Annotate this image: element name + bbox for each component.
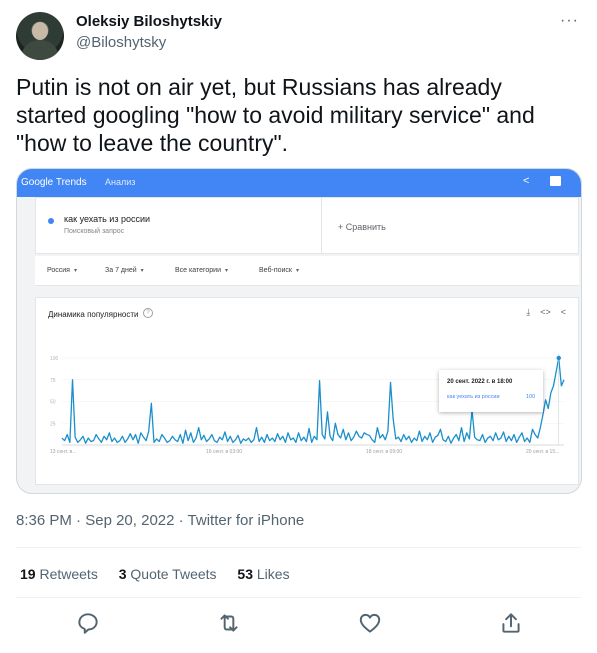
compare-label: + Сравнить xyxy=(338,222,386,232)
author-name[interactable]: Oleksiy Biloshytskiy xyxy=(76,13,222,30)
avatar-body xyxy=(22,40,58,60)
avatar[interactable] xyxy=(16,12,64,60)
avatar-face xyxy=(32,22,48,40)
chevron-down-icon: ▾ xyxy=(140,268,144,274)
divider xyxy=(16,597,581,598)
filter-search-type: Веб-поиск ▾ xyxy=(259,267,299,274)
tooltip-value: 100 xyxy=(526,394,536,400)
search-term: как уехать из россии xyxy=(64,214,151,224)
share-icon[interactable] xyxy=(498,610,524,636)
tweet-header: Oleksiy Biloshytskiy @Biloshytsky ··· xyxy=(16,8,581,60)
chevron-down-icon: ▾ xyxy=(73,268,77,274)
google-trends-header: Google Trends Анализ < xyxy=(17,169,581,197)
search-term-type: Поисковый запрос xyxy=(64,228,125,235)
y-tick-label: 50 xyxy=(50,400,56,406)
tweet-text: Putin is not on air yet, but Russians ha… xyxy=(16,74,535,156)
y-tick-label: 25 xyxy=(50,421,56,427)
retweet-icon[interactable] xyxy=(216,610,242,636)
reply-icon[interactable] xyxy=(75,610,101,636)
quote-tweets-stat[interactable]: 3 Quote Tweets xyxy=(119,566,217,582)
hover-point xyxy=(556,355,561,361)
meta-separator: · xyxy=(71,512,86,529)
x-tick-label: 13 сент. в... xyxy=(50,449,76,455)
like-icon[interactable] xyxy=(357,610,383,636)
tweet-source[interactable]: Twitter for iPhone xyxy=(188,512,305,529)
google-trends-logo: Google Trends xyxy=(21,177,87,188)
likes-stat[interactable]: 53 Likes xyxy=(237,566,289,582)
x-tick-label: 20 сент. в 15... xyxy=(526,449,559,455)
x-tick-label: 18 сент. в 09:00 xyxy=(366,449,402,455)
analysis-tab: Анализ xyxy=(105,177,136,187)
search-term-card: как уехать из россии Поисковый запрос + … xyxy=(35,197,579,254)
y-tick-label: 75 xyxy=(50,378,56,384)
tweet-actions xyxy=(0,606,597,642)
tweet-time[interactable]: 8:36 PM xyxy=(16,512,72,529)
tweet-stats: 19 Retweets 3 Quote Tweets 53 Likes xyxy=(20,566,307,582)
y-tick-label: 100 xyxy=(50,356,59,362)
chevron-down-icon: ▾ xyxy=(295,268,299,274)
filter-period: За 7 дней ▾ xyxy=(105,267,144,274)
more-horizontal-icon[interactable]: ··· xyxy=(560,12,579,30)
tooltip-date: 20 сент. 2022 г. в 18:00 xyxy=(447,379,513,385)
divider xyxy=(16,547,581,548)
feedback-icon xyxy=(550,176,561,186)
tweet-meta: 8:36 PM · Sep 20, 2022 · Twitter for iPh… xyxy=(16,512,304,529)
tweet-media-image[interactable]: Google Trends Анализ < как уехать из рос… xyxy=(16,168,582,494)
filter-category: Все категории ▾ xyxy=(175,267,229,274)
chart-tooltip: 20 сент. 2022 г. в 18:00 как уехать из р… xyxy=(439,370,543,412)
interest-over-time-card: Динамика популярности ? ⤓ <> < 100 75 50 25 13… xyxy=(35,297,579,485)
share-icon: < xyxy=(523,175,530,187)
author-handle[interactable]: @Biloshytsky xyxy=(76,34,166,51)
meta-separator: · xyxy=(174,512,188,529)
compare-box: + Сравнить xyxy=(321,198,579,253)
chevron-down-icon: ▾ xyxy=(225,268,229,274)
tooltip-series-label: как уехать из россии xyxy=(447,394,500,400)
series-color-dot xyxy=(48,218,54,224)
filters-bar: Россия ▾ За 7 дней ▾ Все категории ▾ Веб-по… xyxy=(35,256,579,286)
tweet-date[interactable]: Sep 20, 2022 xyxy=(85,512,174,529)
retweets-stat[interactable]: 19 Retweets xyxy=(20,566,98,582)
filter-region: Россия ▾ xyxy=(47,267,77,274)
x-tick-label: 16 сент. в 03:00 xyxy=(206,449,242,455)
